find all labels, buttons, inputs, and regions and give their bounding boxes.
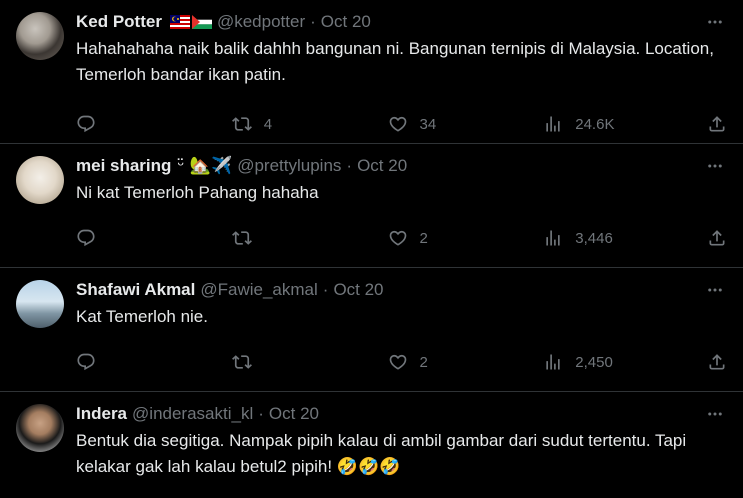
tweet-text: Kat Temerloh nie.	[76, 307, 208, 326]
views-icon	[546, 354, 560, 370]
separator: ·	[258, 404, 264, 423]
more-icon	[708, 164, 722, 168]
user-handle[interactable]: @prettylupins	[237, 156, 341, 176]
name-flags	[166, 15, 212, 29]
reply-icon	[77, 229, 95, 247]
display-name[interactable]: Shafawi Akmal	[76, 280, 195, 300]
tweet-text: Ni kat Temerloh Pahang hahaha	[76, 183, 319, 202]
views-button[interactable]: 2,450	[543, 352, 707, 372]
reply-button[interactable]	[76, 114, 232, 134]
tweet-feed: Ked Potter @kedpotter · Oct 20 Hahahahah…	[0, 0, 743, 498]
avatar[interactable]	[16, 156, 64, 204]
share-button[interactable]	[707, 352, 727, 372]
heart-icon	[389, 354, 406, 370]
tweet-header: Ked Potter @kedpotter · Oct 20	[76, 12, 727, 32]
avatar[interactable]	[16, 12, 64, 60]
display-name[interactable]: mei sharing	[76, 156, 171, 176]
tweet-header: Shafawi Akmal @Fawie_akmal · Oct 20	[76, 280, 727, 300]
name-emoji: ᵕ̈ 🏡✈️	[177, 156, 233, 176]
tweet[interactable]: Indera @inderasakti_kl · Oct 20 Bentuk d…	[0, 392, 743, 498]
tweet-text: Bentuk dia segitiga. Nampak pipih kalau …	[76, 431, 687, 476]
more-options-button[interactable]	[705, 280, 725, 300]
avatar[interactable]	[16, 280, 64, 328]
user-handle[interactable]: @kedpotter	[217, 12, 305, 32]
tweet-text: Hahahahaha naik balik dahhh bangunan ni.…	[76, 39, 714, 84]
separator: ·	[322, 280, 329, 299]
more-options-button[interactable]	[705, 156, 725, 176]
share-button[interactable]	[707, 228, 727, 248]
tweet-header: Indera @inderasakti_kl · Oct 20	[76, 404, 727, 424]
avatar[interactable]	[16, 404, 64, 452]
view-count: 24.6K	[575, 115, 615, 133]
timestamp[interactable]: Oct 20	[269, 404, 319, 424]
more-icon	[708, 412, 722, 416]
tweet-actions: 2 3,446	[76, 220, 727, 264]
retweet-button[interactable]: 4	[231, 114, 388, 134]
malaysia-flag-icon	[169, 15, 190, 29]
more-icon	[708, 20, 722, 24]
views-button[interactable]: 3,446	[543, 228, 707, 248]
timestamp[interactable]: Oct 20	[333, 280, 383, 300]
retweet-button[interactable]	[231, 228, 388, 248]
separator: ·	[310, 12, 316, 31]
like-count: 2	[419, 353, 428, 371]
more-options-button[interactable]	[705, 12, 725, 32]
retweet-icon	[231, 355, 252, 369]
palestine-flag-icon	[191, 15, 212, 29]
reply-button[interactable]	[76, 352, 232, 372]
timestamp[interactable]: Oct 20	[321, 12, 371, 32]
user-handle[interactable]: @Fawie_akmal	[200, 280, 317, 300]
tweet[interactable]: mei sharing ᵕ̈ 🏡✈️ @prettylupins · Oct 2…	[0, 144, 743, 268]
retweet-icon	[231, 231, 252, 245]
display-name[interactable]: Ked Potter	[76, 12, 162, 32]
share-icon	[709, 230, 725, 246]
views-icon	[546, 116, 560, 132]
reply-button[interactable]	[76, 228, 232, 248]
reply-icon	[77, 115, 95, 133]
retweet-button[interactable]	[231, 352, 388, 372]
display-name[interactable]: Indera	[76, 404, 127, 424]
reply-icon	[77, 353, 95, 371]
tweet-header: mei sharing ᵕ̈ 🏡✈️ @prettylupins · Oct 2…	[76, 156, 727, 176]
retweet-icon	[231, 117, 252, 131]
view-count: 3,446	[575, 229, 613, 247]
user-handle[interactable]: @inderasakti_kl	[132, 404, 253, 424]
views-button[interactable]: 24.6K	[543, 114, 707, 134]
like-button[interactable]: 34	[388, 114, 544, 134]
share-icon	[709, 354, 725, 370]
view-count: 2,450	[575, 353, 613, 371]
heart-icon	[389, 230, 406, 246]
heart-icon	[389, 116, 406, 132]
share-button[interactable]	[707, 114, 727, 134]
more-options-button[interactable]	[705, 404, 725, 424]
views-icon	[546, 230, 560, 246]
timestamp[interactable]: Oct 20	[357, 156, 407, 176]
share-icon	[709, 116, 725, 132]
like-count: 34	[419, 115, 437, 133]
like-button[interactable]: 2	[388, 352, 544, 372]
tweet[interactable]: Shafawi Akmal @Fawie_akmal · Oct 20 Kat …	[0, 268, 743, 392]
like-count: 2	[419, 229, 428, 247]
separator: ·	[346, 156, 353, 175]
tweet[interactable]: Ked Potter @kedpotter · Oct 20 Hahahahah…	[0, 0, 743, 144]
retweet-count: 4	[263, 115, 273, 133]
tweet-actions: 2 2,450	[76, 344, 727, 388]
like-button[interactable]: 2	[388, 228, 544, 248]
more-icon	[708, 288, 722, 292]
